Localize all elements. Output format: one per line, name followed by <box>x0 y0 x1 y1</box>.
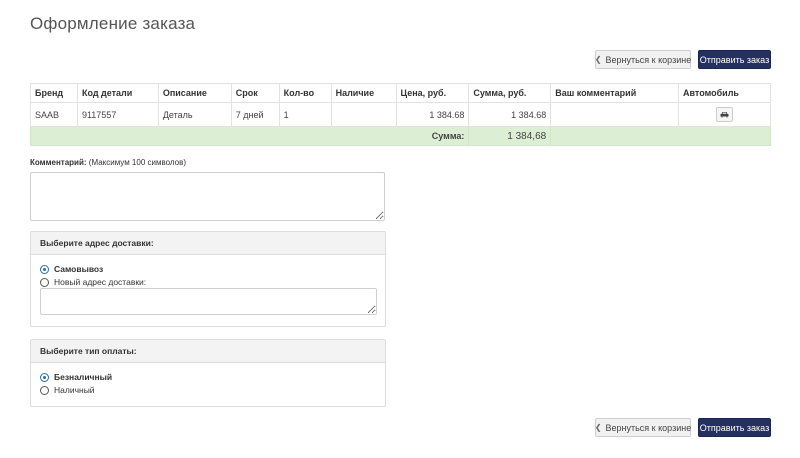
back-to-cart-label: Вернуться к корзине <box>605 54 692 65</box>
cell-code: 9117557 <box>76 102 159 127</box>
total-value: 1 384,68 <box>468 126 552 146</box>
payment-option-cashless-label: Безналичный <box>54 372 113 382</box>
payment-option-cashless[interactable]: Безналичный <box>40 372 112 382</box>
cell-brand: SAAB <box>30 102 78 127</box>
header-comment: Ваш комментарий <box>550 83 679 103</box>
submit-order-label: Отправить заказ <box>699 54 770 65</box>
cell-price: 1 384.68 <box>395 102 470 127</box>
radio-unchecked-icon[interactable] <box>40 385 49 395</box>
delivery-panel-title: Выберите адрес доставки: <box>31 232 385 255</box>
header-availability: Наличие <box>330 83 397 103</box>
submit-order-button-top[interactable]: Отправить заказ <box>698 50 771 69</box>
back-to-cart-button-bottom[interactable]: ❮ Вернуться к корзине <box>595 418 691 437</box>
header-car: Автомобиль <box>678 83 771 103</box>
radio-checked-icon[interactable] <box>40 372 49 382</box>
payment-option-cash[interactable]: Наличный <box>40 385 95 395</box>
cell-description: Деталь <box>157 102 232 127</box>
total-row: Сумма: 1 384,68 <box>29 126 771 146</box>
address-textarea[interactable] <box>40 288 377 315</box>
back-to-cart-label: Вернуться к корзине <box>605 422 692 433</box>
header-brand: Бренд <box>30 83 78 103</box>
header-sum: Сумма, руб. <box>468 83 552 103</box>
cell-availability <box>330 102 397 127</box>
chevron-left-icon: ❮ <box>594 55 602 64</box>
car-icon <box>720 112 729 118</box>
submit-order-button-bottom[interactable]: Отправить заказ <box>698 418 771 437</box>
header-price: Цена, руб. <box>395 83 470 103</box>
table-row: SAAB 9117557 Деталь 7 дней 1 1 384.68 1 … <box>30 102 771 127</box>
header-qty: Кол-во <box>278 83 332 103</box>
cell-qty: 1 <box>278 102 332 127</box>
order-table: Бренд Код детали Описание Срок Кол-во На… <box>29 83 771 146</box>
radio-unchecked-icon[interactable] <box>40 277 49 287</box>
delivery-panel: Выберите адрес доставки: Самовывоз Новый… <box>30 231 386 327</box>
payment-panel-title: Выберите тип оплаты: <box>31 340 385 363</box>
comment-label-title: Комментарий: <box>30 158 87 167</box>
cell-comment[interactable] <box>550 102 679 127</box>
delivery-option-new-address[interactable]: Новый адрес доставки: <box>40 277 146 287</box>
back-to-cart-button-top[interactable]: ❮ Вернуться к корзине <box>595 50 691 69</box>
comment-textarea[interactable] <box>30 172 385 221</box>
car-button[interactable] <box>716 107 733 122</box>
payment-option-cash-label: Наличный <box>54 385 95 395</box>
table-header-row: Бренд Код детали Описание Срок Кол-во На… <box>30 83 771 103</box>
total-label: Сумма: <box>29 126 470 146</box>
header-code: Код детали <box>76 83 159 103</box>
cell-term: 7 дней <box>230 102 280 127</box>
header-term: Срок <box>230 83 280 103</box>
total-empty <box>550 126 771 146</box>
delivery-option-pickup-label: Самовывоз <box>54 264 104 274</box>
cell-car <box>678 102 771 127</box>
payment-panel: Выберите тип оплаты: Безналичный Наличны… <box>30 339 386 407</box>
cell-sum: 1 384.68 <box>468 102 552 127</box>
chevron-left-icon: ❮ <box>594 423 602 432</box>
comment-label-hint: (Максимум 100 символов) <box>88 158 187 167</box>
delivery-option-new-address-label: Новый адрес доставки: <box>54 277 147 287</box>
comment-label: Комментарий: (Максимум 100 символов) <box>30 158 186 167</box>
header-description: Описание <box>157 83 232 103</box>
radio-checked-icon[interactable] <box>40 264 49 274</box>
submit-order-label: Отправить заказ <box>699 422 770 433</box>
page-title: Оформление заказа <box>30 14 196 33</box>
delivery-option-pickup[interactable]: Самовывоз <box>40 264 103 274</box>
